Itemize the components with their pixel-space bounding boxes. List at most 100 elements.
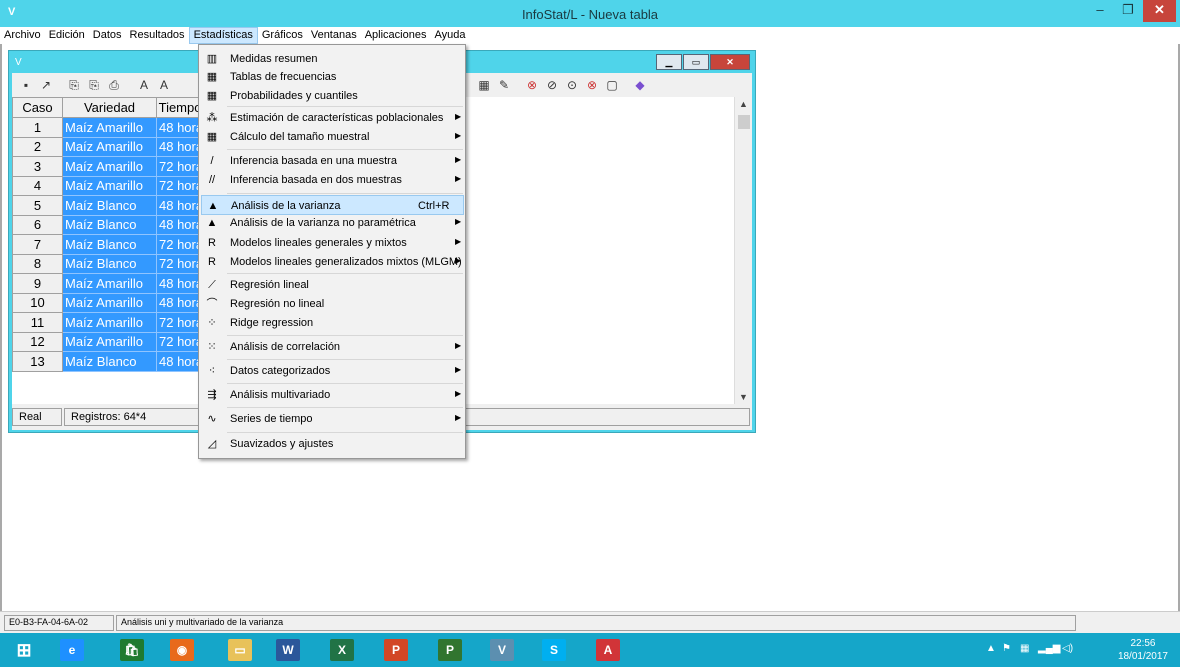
scroll-up-icon[interactable]: ▲ [739, 99, 748, 109]
menu-ayuda[interactable]: Ayuda [430, 27, 469, 44]
row-number-cell[interactable]: 13 [12, 351, 63, 372]
menu-aplicaciones[interactable]: Aplicaciones [361, 27, 431, 44]
tiempo-cell[interactable]: 48 hora [155, 292, 205, 313]
menu-item-r[interactable]: R Modelos lineales generalizados mixtos (… [201, 252, 464, 272]
table-row[interactable]: 4 Maíz Amarillo 72 hora [12, 175, 205, 196]
table-row[interactable]: 11 Maíz Amarillo 72 hora [12, 312, 205, 333]
palette-icon[interactable]: ◆ [632, 77, 648, 93]
menu-item-population[interactable]: ⁂ Estimación de características poblacion… [201, 108, 464, 128]
menu-item-nonparametric-anova[interactable]: ▲ Análisis de la varianza no paramétrica ▶ [201, 213, 464, 233]
tiempo-cell[interactable]: 48 hora [155, 351, 205, 372]
edit-icon[interactable]: ✎ [496, 77, 512, 93]
menu-datos[interactable]: Datos [89, 27, 126, 44]
table-row[interactable]: 13 Maíz Blanco 48 hora [12, 351, 205, 372]
column-header-tiempo[interactable]: Tiempo [155, 97, 205, 118]
taskbar-start-button[interactable]: ⊞ [0, 633, 48, 667]
copy-icon[interactable]: ⎘ [66, 77, 82, 93]
save-icon[interactable]: ▪ [18, 77, 34, 93]
row-number-cell[interactable]: 11 [12, 312, 63, 333]
row-number-cell[interactable]: 2 [12, 136, 63, 157]
menu-resultados[interactable]: Resultados [126, 27, 189, 44]
menu-item-two-sample[interactable]: // Inferencia basada en dos muestras ▶ [201, 170, 464, 190]
taskbar-word-button[interactable]: W [264, 633, 312, 667]
menu-item-calculator[interactable]: ▦ Probabilidades y cuantiles [201, 86, 464, 106]
close-button[interactable]: ✕ [1143, 0, 1176, 22]
table-row[interactable]: 9 Maíz Amarillo 48 hora [12, 273, 205, 294]
menu-item-r[interactable]: R Modelos lineales generales y mixtos ▶ [201, 233, 464, 253]
search-icon[interactable]: ⊙ [564, 77, 580, 93]
row-number-cell[interactable]: 8 [12, 253, 63, 274]
menu-graficos[interactable]: Gráficos [258, 27, 307, 44]
volume-icon[interactable]: ◁) [1062, 643, 1073, 654]
row-number-cell[interactable]: 3 [12, 156, 63, 177]
scroll-down-icon[interactable]: ▼ [739, 392, 748, 402]
taskbar-internet-explorer-button[interactable]: e [48, 633, 96, 667]
check-icon[interactable]: ⊘ [544, 77, 560, 93]
menu-item-summary[interactable]: ▥ Medidas resumen [201, 49, 464, 69]
variedad-cell[interactable]: Maíz Blanco [62, 234, 157, 255]
grid-edit-icon[interactable]: ▦ [476, 77, 492, 93]
delete-filter-icon[interactable]: ⊗ [584, 77, 600, 93]
menu-item-correlation[interactable]: ⁙ Análisis de correlación ▶ [201, 337, 464, 357]
open-icon[interactable]: ↗ [38, 77, 54, 93]
variedad-cell[interactable]: Maíz Amarillo [62, 136, 157, 157]
cell-icon[interactable]: ▢ [604, 77, 620, 93]
variedad-cell[interactable]: Maíz Amarillo [62, 273, 157, 294]
menu-item-sample-size[interactable]: ▦ Cálculo del tamaño muestral ▶ [201, 127, 464, 147]
variedad-cell[interactable]: Maíz Amarillo [62, 331, 157, 352]
tiempo-cell[interactable]: 48 hora [155, 195, 205, 216]
table-row[interactable]: 3 Maíz Amarillo 72 hora [12, 156, 205, 177]
taskbar-skype-button[interactable]: S [530, 633, 578, 667]
network-device-icon[interactable]: ▦ [1020, 643, 1029, 654]
variedad-cell[interactable]: Maíz Blanco [62, 195, 157, 216]
minimize-button[interactable]: – [1086, 0, 1114, 22]
clear-filter-icon[interactable]: ⊗ [524, 77, 540, 93]
table-row[interactable]: 5 Maíz Blanco 48 hora [12, 195, 205, 216]
row-number-cell[interactable]: 6 [12, 214, 63, 235]
taskbar-store-button[interactable]: 🛍 [108, 633, 156, 667]
maximize-button[interactable]: ❐ [1114, 0, 1142, 22]
print-icon[interactable]: ⎙ [106, 77, 122, 93]
table-row[interactable]: 7 Maíz Blanco 72 hora [12, 234, 205, 255]
clock[interactable]: 22:56 18/01/2017 [1118, 637, 1168, 663]
variedad-cell[interactable]: Maíz Blanco [62, 253, 157, 274]
table-row[interactable]: 2 Maíz Amarillo 48 hora [12, 136, 205, 157]
menu-item-multivariate[interactable]: ⇶ Análisis multivariado ▶ [201, 385, 464, 405]
child-window-icon[interactable]: V [15, 57, 22, 68]
column-header-caso[interactable]: Caso [12, 97, 63, 118]
taskbar-excel-button[interactable]: X [318, 633, 366, 667]
table-row[interactable]: 1 Maíz Amarillo 48 hora [12, 117, 205, 138]
signal-icon[interactable]: ▂▄▆ [1038, 643, 1060, 654]
row-number-cell[interactable]: 1 [12, 117, 63, 138]
row-number-cell[interactable]: 5 [12, 195, 63, 216]
variedad-cell[interactable]: Maíz Blanco [62, 214, 157, 235]
menu-item-linear-regression[interactable]: ⟋ Regresión lineal [201, 275, 464, 295]
menu-item-frequency-table[interactable]: ▦ Tablas de frecuencias [201, 67, 464, 87]
tiempo-cell[interactable]: 72 hora [155, 175, 205, 196]
menu-item-time-series[interactable]: ∿ Series de tiempo ▶ [201, 409, 464, 429]
menu-ventanas[interactable]: Ventanas [307, 27, 361, 44]
font-icon[interactable]: A [136, 77, 152, 93]
flag-icon[interactable]: ⚑ [1002, 643, 1011, 654]
variedad-cell[interactable]: Maíz Amarillo [62, 156, 157, 177]
tiempo-cell[interactable]: 48 hora [155, 136, 205, 157]
menu-edicion[interactable]: Edición [45, 27, 89, 44]
menu-estadisticas[interactable]: Estadísticas [188, 27, 258, 44]
tiempo-cell[interactable]: 48 hora [155, 273, 205, 294]
child-restore-button[interactable]: ▭ [683, 54, 709, 70]
row-number-cell[interactable]: 10 [12, 292, 63, 313]
font-size-icon[interactable]: A [156, 77, 172, 93]
row-number-cell[interactable]: 4 [12, 175, 63, 196]
menu-archivo[interactable]: Archivo [0, 27, 45, 44]
menu-item-nonlinear-regression[interactable]: ⌒ Regresión no lineal [201, 294, 464, 314]
menu-item-categorical[interactable]: ⁖ Datos categorizados ▶ [201, 361, 464, 381]
row-number-cell[interactable]: 9 [12, 273, 63, 294]
child-minimize-button[interactable]: ▁ [656, 54, 682, 70]
variedad-cell[interactable]: Maíz Amarillo [62, 117, 157, 138]
tiempo-cell[interactable]: 72 hora [155, 331, 205, 352]
row-number-cell[interactable]: 7 [12, 234, 63, 255]
tiempo-cell[interactable]: 72 hora [155, 253, 205, 274]
taskbar-file-explorer-button[interactable]: ▭ [216, 633, 264, 667]
row-number-cell[interactable]: 12 [12, 331, 63, 352]
menu-item-anova[interactable]: ▲ Análisis de la varianza Ctrl+R [201, 195, 464, 215]
